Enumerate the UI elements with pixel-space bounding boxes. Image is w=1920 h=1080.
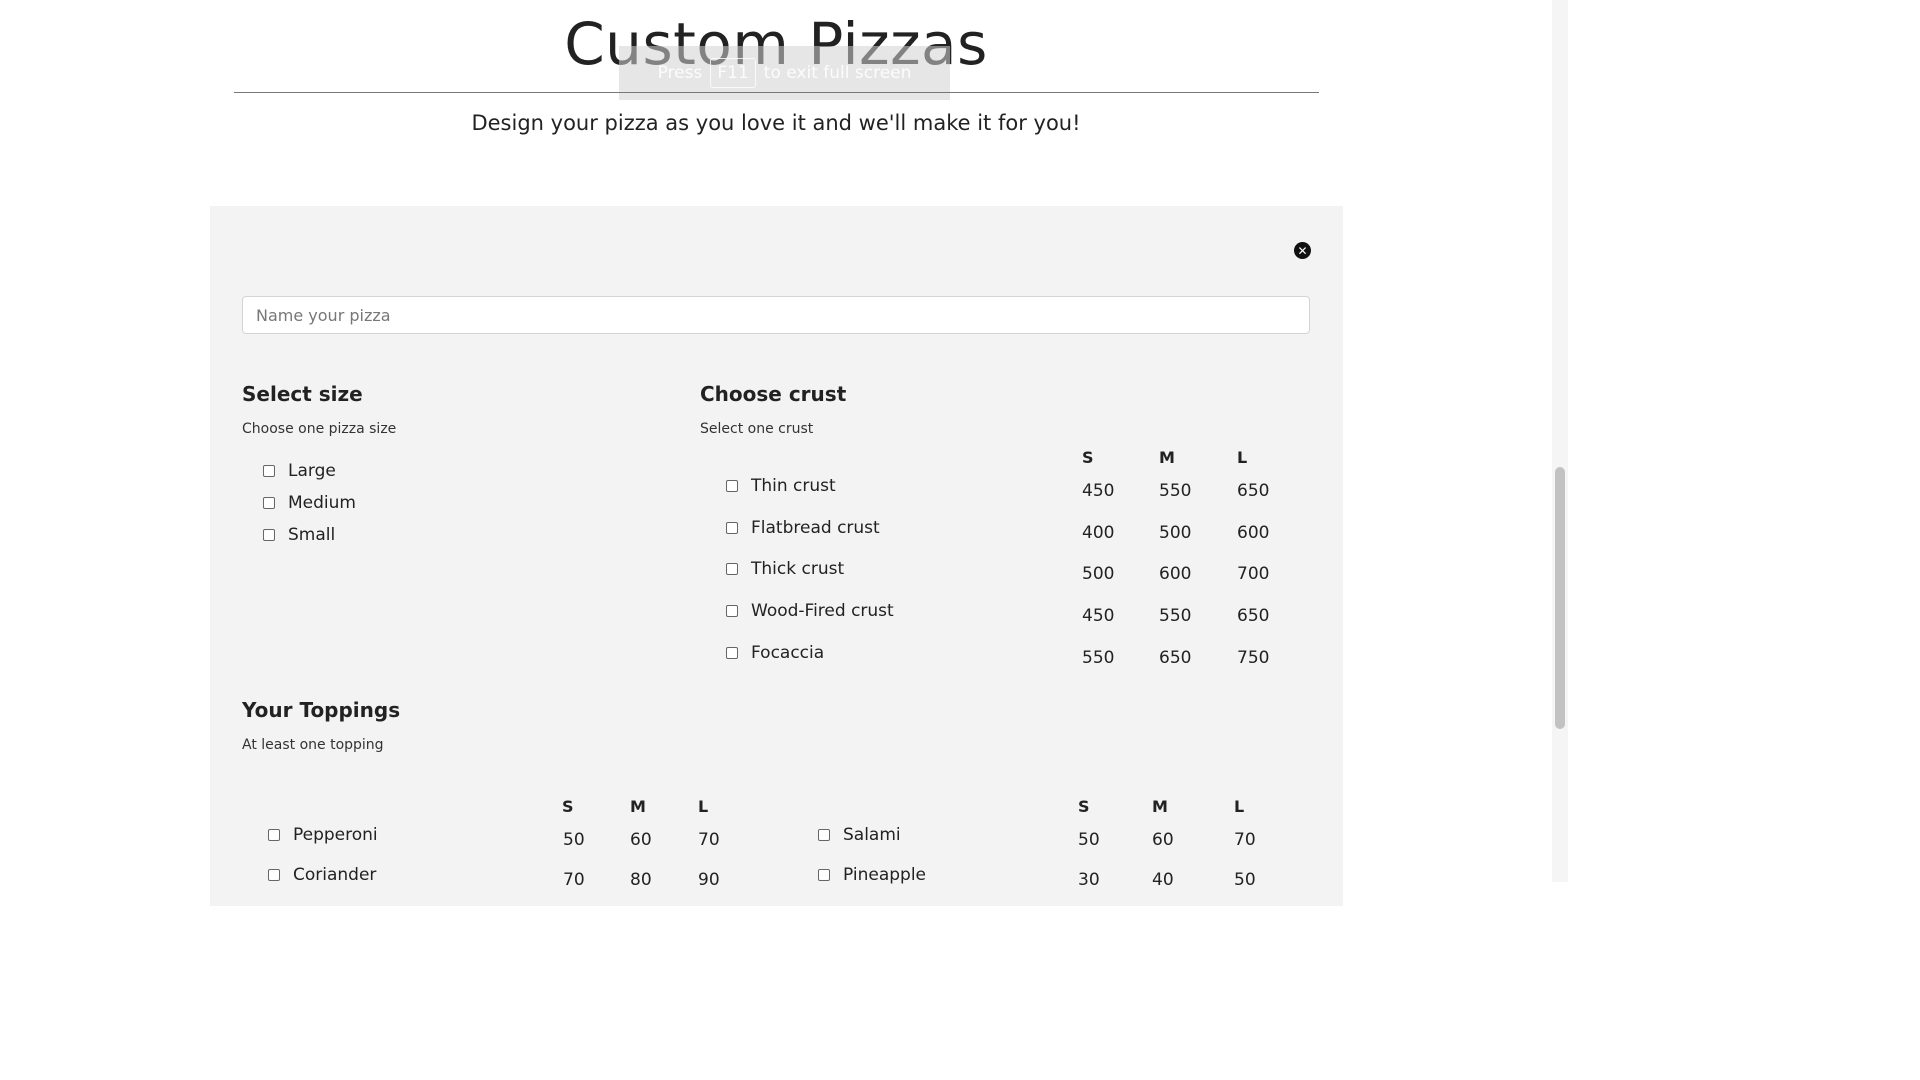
- topping-price-s: 30: [1078, 870, 1100, 890]
- pizza-name-input[interactable]: [242, 296, 1310, 334]
- size-option-label: Large: [288, 461, 336, 481]
- toppings-right-col-l: L: [1234, 797, 1245, 816]
- crust-price-s: 450: [1082, 481, 1115, 501]
- topping-option-label: Pepperoni: [293, 825, 378, 845]
- crust-price-m: 550: [1159, 606, 1192, 626]
- toppings-left-col-l: L: [698, 797, 709, 816]
- close-icon[interactable]: ✕: [1294, 242, 1311, 259]
- crust-price-s: 400: [1082, 523, 1115, 543]
- crust-option-label: Thin crust: [751, 476, 836, 496]
- topping-option-label: Salami: [843, 825, 901, 845]
- topping-price-m: 80: [630, 870, 652, 890]
- topping-price-s: 70: [563, 870, 585, 890]
- fullscreen-hint-key: F11: [710, 58, 756, 88]
- crust-price-l: 600: [1237, 523, 1270, 543]
- crust-wood-fired-checkbox[interactable]: [726, 605, 738, 617]
- crust-col-l: L: [1237, 448, 1248, 467]
- size-option-label: Medium: [288, 493, 356, 513]
- title-divider: [234, 92, 1319, 93]
- crust-price-m: 550: [1159, 481, 1192, 501]
- page-subtitle: Design your pizza as you love it and we'…: [471, 111, 1081, 135]
- toppings-right-col-m: M: [1152, 797, 1168, 816]
- toppings-section-title: Your Toppings: [242, 698, 401, 722]
- topping-price-l: 70: [698, 830, 720, 850]
- crust-option-label: Thick crust: [751, 559, 845, 579]
- topping-price-l: 90: [698, 870, 720, 890]
- crust-option-thin[interactable]: Thin crust: [726, 476, 836, 496]
- topping-price-m: 60: [1152, 830, 1174, 850]
- crust-price-s: 450: [1082, 606, 1115, 626]
- crust-flatbread-checkbox[interactable]: [726, 522, 738, 534]
- crust-price-s: 550: [1082, 648, 1115, 668]
- size-large-checkbox[interactable]: [263, 465, 275, 477]
- topping-option-pineapple[interactable]: Pineapple: [818, 865, 926, 885]
- crust-option-label: Focaccia: [751, 643, 825, 663]
- crust-price-s: 500: [1082, 564, 1115, 584]
- toppings-section-hint: At least one topping: [242, 737, 384, 753]
- crust-price-l: 700: [1237, 564, 1270, 584]
- crust-thick-checkbox[interactable]: [726, 563, 738, 575]
- topping-price-s: 50: [1078, 830, 1100, 850]
- page-scrollbar[interactable]: [1552, 0, 1568, 882]
- topping-option-pepperoni[interactable]: Pepperoni: [268, 825, 378, 845]
- topping-price-m: 60: [630, 830, 652, 850]
- topping-price-l: 50: [1234, 870, 1256, 890]
- crust-price-m: 500: [1159, 523, 1192, 543]
- crust-option-thick[interactable]: Thick crust: [726, 559, 844, 579]
- crust-col-s: S: [1082, 448, 1094, 467]
- topping-option-salami[interactable]: Salami: [818, 825, 901, 845]
- topping-coriander-checkbox[interactable]: [268, 869, 280, 881]
- topping-option-coriander[interactable]: Coriander: [268, 865, 376, 885]
- crust-option-label: Wood-Fired crust: [751, 601, 894, 621]
- topping-option-label: Coriander: [293, 865, 377, 885]
- crust-option-label: Flatbread crust: [751, 518, 880, 538]
- size-option-small[interactable]: Small: [263, 525, 335, 545]
- pizza-form-panel: ✕ Select size Choose one pizza size Larg…: [210, 206, 1343, 906]
- size-option-large[interactable]: Large: [263, 461, 336, 481]
- crust-thin-checkbox[interactable]: [726, 480, 738, 492]
- crust-section-title: Choose crust: [700, 382, 847, 406]
- crust-col-m: M: [1159, 448, 1175, 467]
- fullscreen-hint-after: to exit full screen: [763, 63, 912, 83]
- crust-option-focaccia[interactable]: Focaccia: [726, 643, 824, 663]
- topping-price-l: 70: [1234, 830, 1256, 850]
- toppings-left-col-s: S: [562, 797, 574, 816]
- topping-price-s: 50: [563, 830, 585, 850]
- size-option-label: Small: [288, 525, 336, 545]
- toppings-right-col-s: S: [1078, 797, 1090, 816]
- toppings-left-col-m: M: [630, 797, 646, 816]
- crust-option-wood-fired[interactable]: Wood-Fired crust: [726, 601, 894, 621]
- crust-price-m: 650: [1159, 648, 1192, 668]
- topping-salami-checkbox[interactable]: [818, 829, 830, 841]
- crust-price-l: 650: [1237, 481, 1270, 501]
- crust-price-l: 650: [1237, 606, 1270, 626]
- crust-option-flatbread[interactable]: Flatbread crust: [726, 518, 880, 538]
- size-section-hint: Choose one pizza size: [242, 421, 397, 437]
- size-small-checkbox[interactable]: [263, 529, 275, 541]
- topping-price-m: 40: [1152, 870, 1174, 890]
- fullscreen-hint-before: Press: [657, 63, 703, 83]
- crust-focaccia-checkbox[interactable]: [726, 647, 738, 659]
- size-medium-checkbox[interactable]: [263, 497, 275, 509]
- crust-section-hint: Select one crust: [700, 421, 814, 437]
- topping-pineapple-checkbox[interactable]: [818, 869, 830, 881]
- crust-price-m: 600: [1159, 564, 1192, 584]
- crust-price-l: 750: [1237, 648, 1270, 668]
- scrollbar-thumb[interactable]: [1555, 467, 1565, 729]
- topping-option-label: Pineapple: [843, 865, 927, 885]
- size-option-medium[interactable]: Medium: [263, 493, 356, 513]
- topping-pepperoni-checkbox[interactable]: [268, 829, 280, 841]
- size-section-title: Select size: [242, 382, 363, 406]
